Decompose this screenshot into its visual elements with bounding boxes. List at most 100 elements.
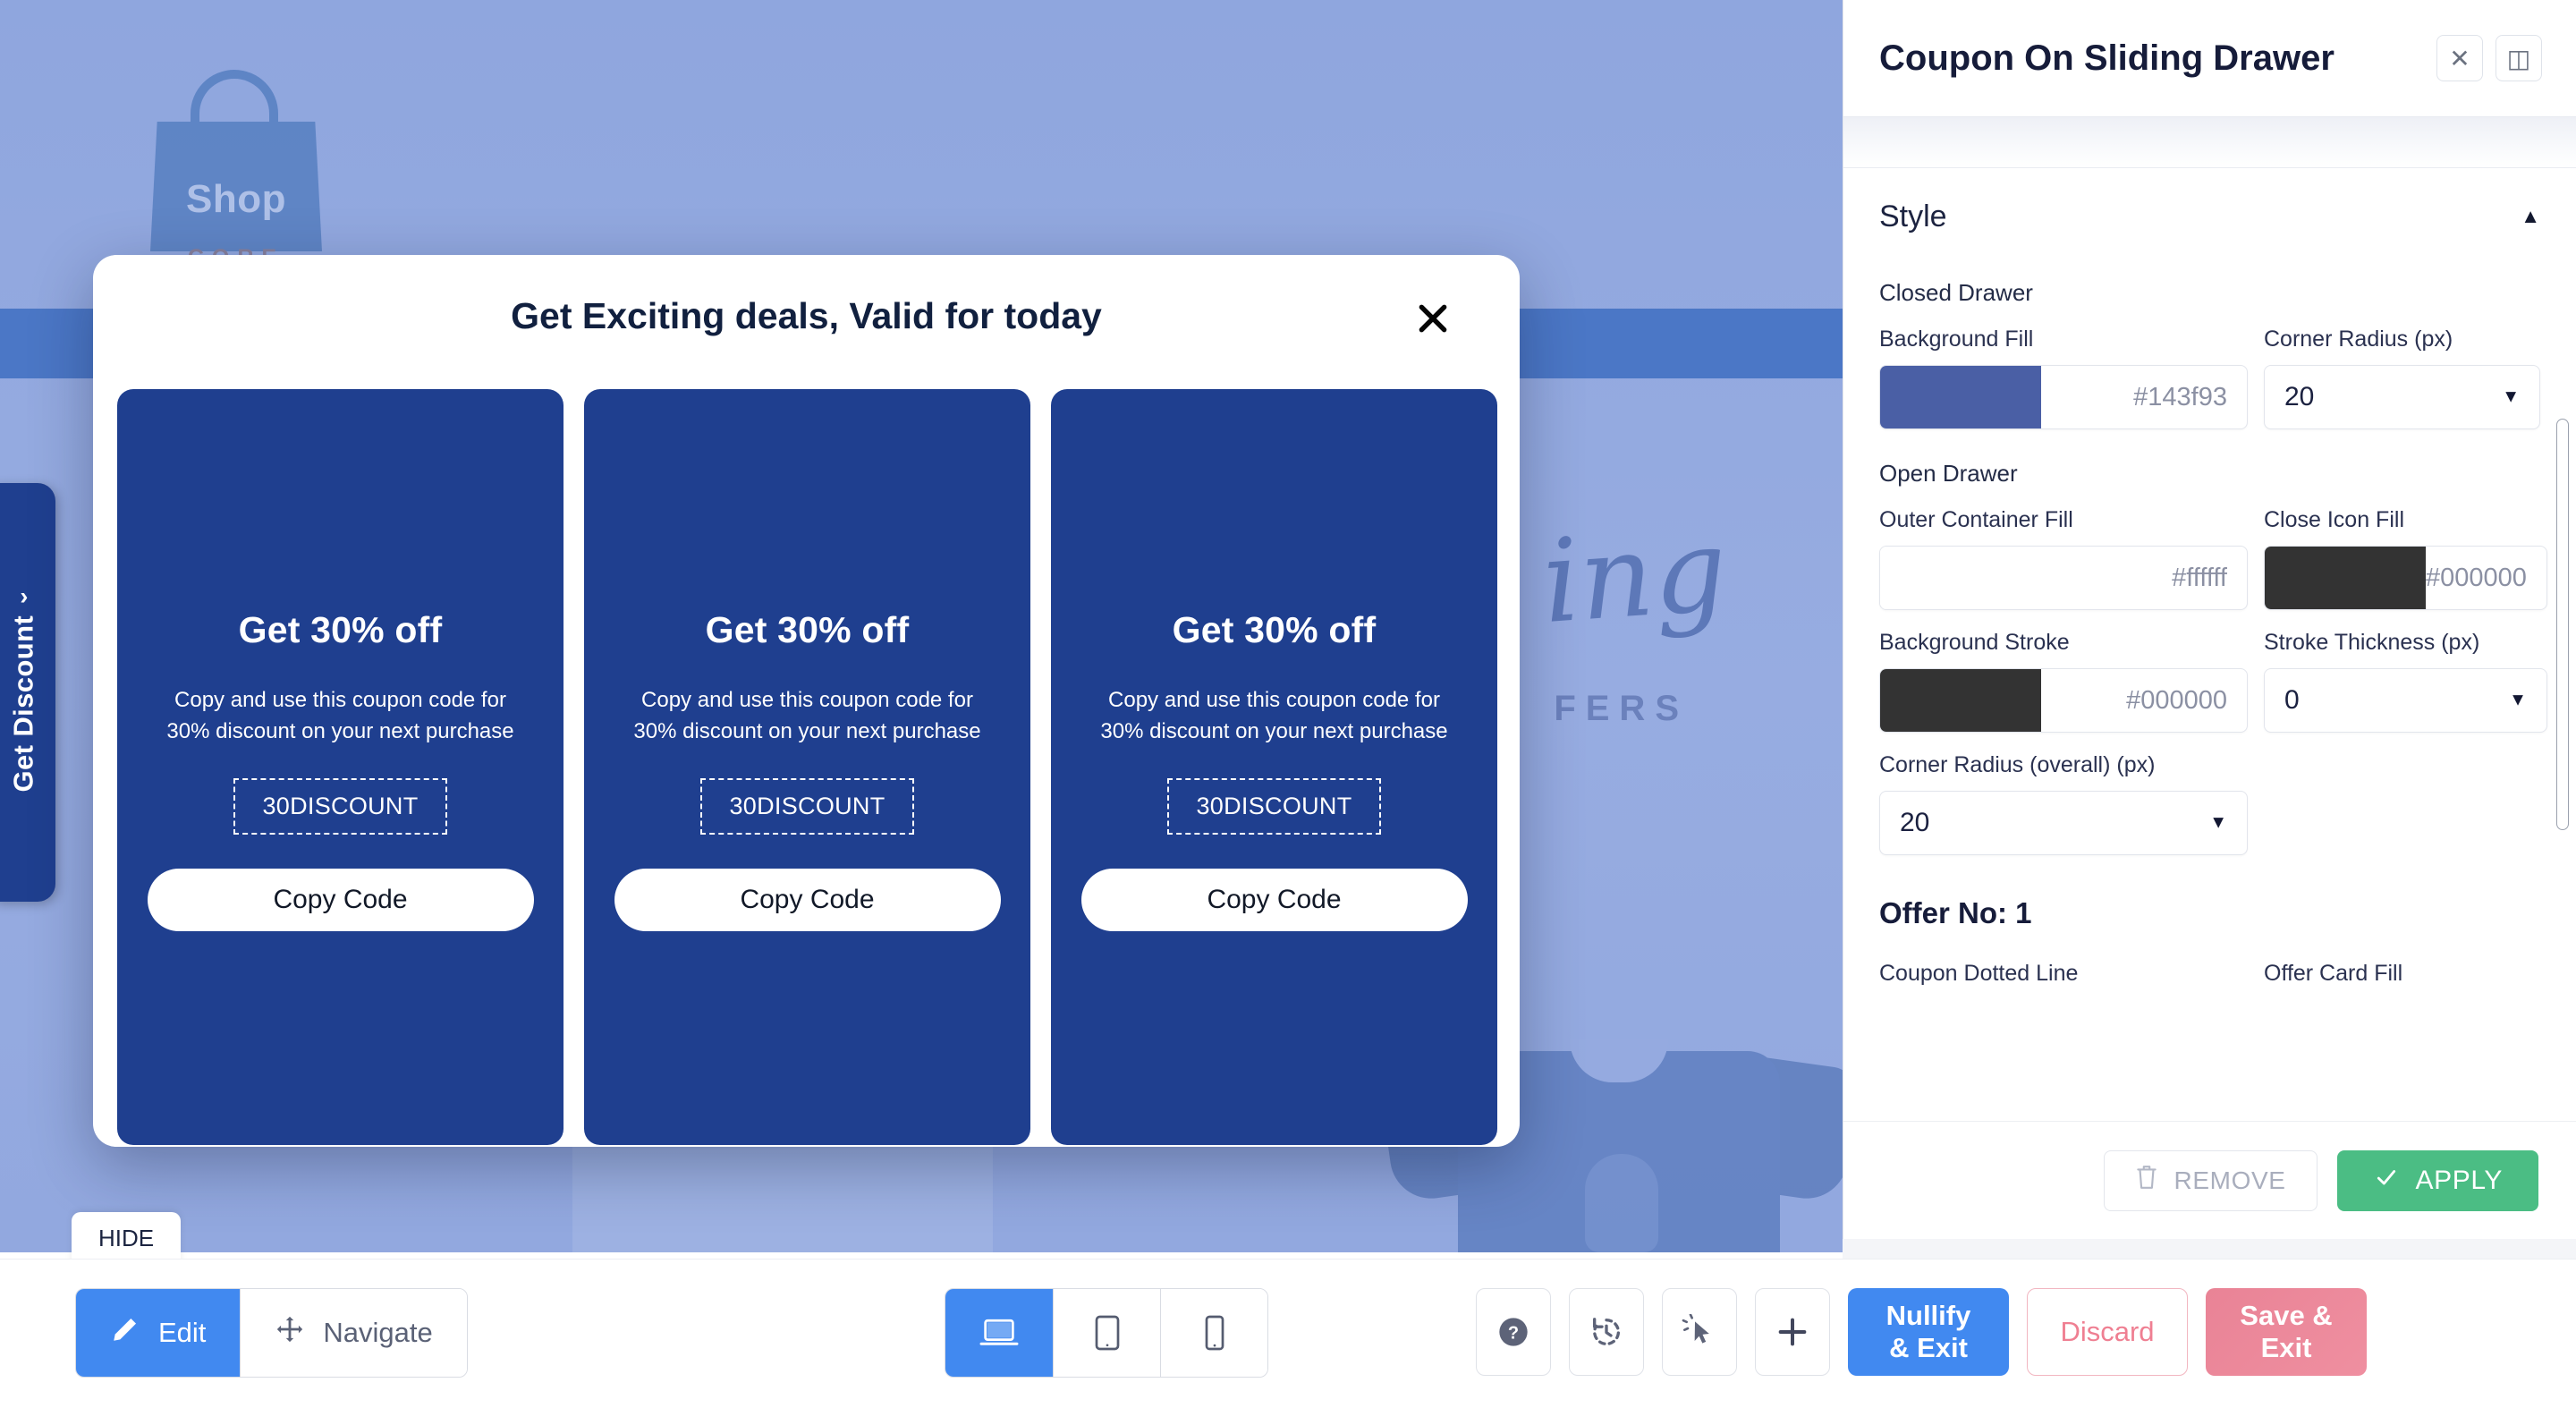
field-label: Stroke Thickness (px) [2264, 630, 2480, 655]
chevron-down-icon: ▼ [2209, 812, 2227, 833]
panel-scrollbar[interactable] [2556, 419, 2569, 830]
hex-value[interactable]: #000000 [2041, 669, 2247, 732]
chevron-up-icon: ▲ [2521, 205, 2540, 227]
close-icon[interactable]: ✕ [2436, 35, 2483, 81]
panel-section-divider [1843, 116, 2576, 168]
coupon-card: Get 30% off Copy and use this coupon cod… [584, 389, 1030, 1145]
field-label: Close Icon Fill [2264, 507, 2404, 532]
field-background-fill: Background Fill #143f93 [1879, 327, 2248, 429]
discard-button[interactable]: Discard [2027, 1288, 2188, 1376]
chevron-down-icon: ▼ [2509, 690, 2527, 710]
closed-drawer-group-label: Closed Drawer [1879, 279, 2033, 306]
apply-button-label: APPLY [2415, 1165, 2503, 1195]
copy-code-button[interactable]: Copy Code [614, 868, 1001, 931]
corner-radius-overall-select[interactable]: 20 ▼ [1879, 791, 2248, 855]
hex-value[interactable]: #000000 [2426, 547, 2546, 609]
remove-button-label: REMOVE [2174, 1166, 2286, 1194]
copy-code-button[interactable]: Copy Code [1080, 868, 1468, 931]
outer-container-fill-color-input[interactable]: #ffffff [1879, 546, 2248, 610]
chevron-down-icon: ▼ [2502, 386, 2520, 407]
coupon-card-description: Copy and use this coupon code for 30% di… [633, 688, 981, 743]
save-and-exit-button[interactable]: Save & Exit [2206, 1288, 2367, 1376]
panel-title: Coupon On Sliding Drawer [1879, 38, 2334, 78]
coupon-card: Get 30% off Copy and use this coupon cod… [117, 389, 564, 1145]
trash-icon [2135, 1164, 2158, 1197]
chevron-right-icon: › [20, 582, 29, 610]
svg-text:?: ? [1508, 1324, 1519, 1344]
color-swatch[interactable] [2265, 547, 2426, 609]
hex-value[interactable]: #ffffff [2041, 547, 2247, 609]
panel-body: Style ▲ Closed Drawer Background Fill #1… [1843, 168, 2576, 1121]
coupon-card-title: Get 30% off [238, 609, 443, 650]
field-label: Corner Radius (px) [2264, 327, 2453, 352]
mode-toggle-group: Edit Navigate [75, 1288, 468, 1378]
coupon-code[interactable]: 30DISCOUNT [700, 777, 914, 835]
coupon-cards-row: Get 30% off Copy and use this coupon cod… [93, 389, 1520, 1145]
offer-fields: Coupon Dotted Line Offer Card Fill [1879, 961, 2540, 987]
panel-footer-strip [1843, 1239, 2576, 1259]
cursor-click-icon[interactable] [1662, 1288, 1737, 1376]
help-icon[interactable]: ? [1476, 1288, 1551, 1376]
modal-header: Get Exciting deals, Valid for today [93, 255, 1520, 389]
stroke-thickness-select[interactable]: 0 ▼ [2264, 668, 2547, 733]
panel-footer: REMOVE APPLY [1843, 1121, 2576, 1239]
tablet-icon[interactable] [1053, 1289, 1160, 1377]
accordion-style-label: Style [1879, 199, 1947, 233]
close-icon[interactable] [1407, 293, 1459, 344]
corner-radius-select[interactable]: 20 ▼ [2264, 365, 2540, 429]
offer-heading: Offer No: 1 [1879, 896, 2032, 929]
background-fill-color-input[interactable]: #143f93 [1879, 365, 2248, 429]
hex-value[interactable]: #143f93 [2041, 366, 2247, 428]
open-drawer-group-label: Open Drawer [1879, 460, 2018, 487]
color-swatch[interactable] [1880, 669, 2041, 732]
edit-mode-label: Edit [158, 1317, 207, 1348]
edit-mode-button[interactable]: Edit [76, 1289, 241, 1377]
background-stroke-color-input[interactable]: #000000 [1879, 668, 2248, 733]
properties-panel: Coupon On Sliding Drawer ✕ ◫ Style ▲ Clo… [1843, 0, 2576, 1239]
coupon-code[interactable]: 30DISCOUNT [233, 777, 447, 835]
navigate-mode-label: Navigate [323, 1317, 433, 1348]
dock-panel-icon[interactable]: ◫ [2496, 35, 2542, 81]
apply-button[interactable]: APPLY [2336, 1149, 2538, 1211]
history-icon[interactable] [1569, 1288, 1644, 1376]
navigate-mode-button[interactable]: Navigate [240, 1289, 467, 1377]
save-line-2: Exit [2260, 1332, 2312, 1363]
remove-button[interactable]: REMOVE [2103, 1149, 2318, 1211]
coupon-dotted-line-label: Coupon Dotted Line [1879, 961, 2079, 986]
nullify-line-2: & Exit [1889, 1332, 1968, 1363]
copy-code-button[interactable]: Copy Code [147, 868, 534, 931]
field-label: Background Stroke [1879, 630, 2070, 655]
move-icon [275, 1314, 305, 1352]
laptop-icon[interactable] [945, 1289, 1053, 1377]
select-value: 20 [2284, 382, 2315, 411]
pencil-icon [110, 1314, 140, 1352]
toolbar-actions: ? Nullify & Exit Discard Save & Exit [1476, 1288, 2367, 1376]
drawer-tab-label: Get Discount [8, 615, 40, 793]
color-swatch[interactable] [1880, 366, 2041, 428]
coupon-card: Get 30% off Copy and use this coupon cod… [1051, 389, 1497, 1145]
field-label: Background Fill [1879, 327, 2034, 352]
color-swatch[interactable] [1880, 547, 2041, 609]
field-label: Outer Container Fill [1879, 507, 2073, 532]
editor-root: Shop CORE ing FERS Get Discount › Get Ex… [0, 0, 2576, 1408]
accordion-style[interactable]: Style ▲ [1879, 168, 2540, 265]
field-label: Corner Radius (overall) (px) [1879, 752, 2156, 777]
close-icon-fill-color-input[interactable]: #000000 [2264, 546, 2547, 610]
get-discount-drawer-tab[interactable]: Get Discount › [0, 483, 55, 902]
device-toggle-group [945, 1288, 1268, 1378]
coupon-card-description: Copy and use this coupon code for 30% di… [1100, 688, 1448, 743]
field-background-stroke: Background Stroke #000000 [1879, 630, 2248, 733]
mobile-icon[interactable] [1160, 1289, 1267, 1377]
field-stroke-thickness: Stroke Thickness (px) 0 ▼ [2264, 630, 2547, 733]
bottom-toolbar: Edit Navigate ? Nullify & Exit Discard S… [0, 1259, 2576, 1408]
open-drawer-fields: Outer Container Fill #ffffff Close Icon … [1879, 488, 2547, 855]
coupon-code[interactable]: 30DISCOUNT [1167, 777, 1381, 835]
nullify-line-1: Nullify [1885, 1300, 1971, 1332]
drawer-tab-inner: Get Discount › [8, 583, 40, 793]
check-icon [2373, 1166, 2400, 1196]
nullify-and-exit-button[interactable]: Nullify & Exit [1848, 1288, 2009, 1376]
field-corner-radius-overall: Corner Radius (overall) (px) 20 ▼ [1879, 752, 2248, 855]
panel-header: Coupon On Sliding Drawer ✕ ◫ [1843, 0, 2576, 116]
plus-icon[interactable] [1755, 1288, 1830, 1376]
closed-drawer-fields: Background Fill #143f93 Corner Radius (p… [1879, 307, 2540, 429]
